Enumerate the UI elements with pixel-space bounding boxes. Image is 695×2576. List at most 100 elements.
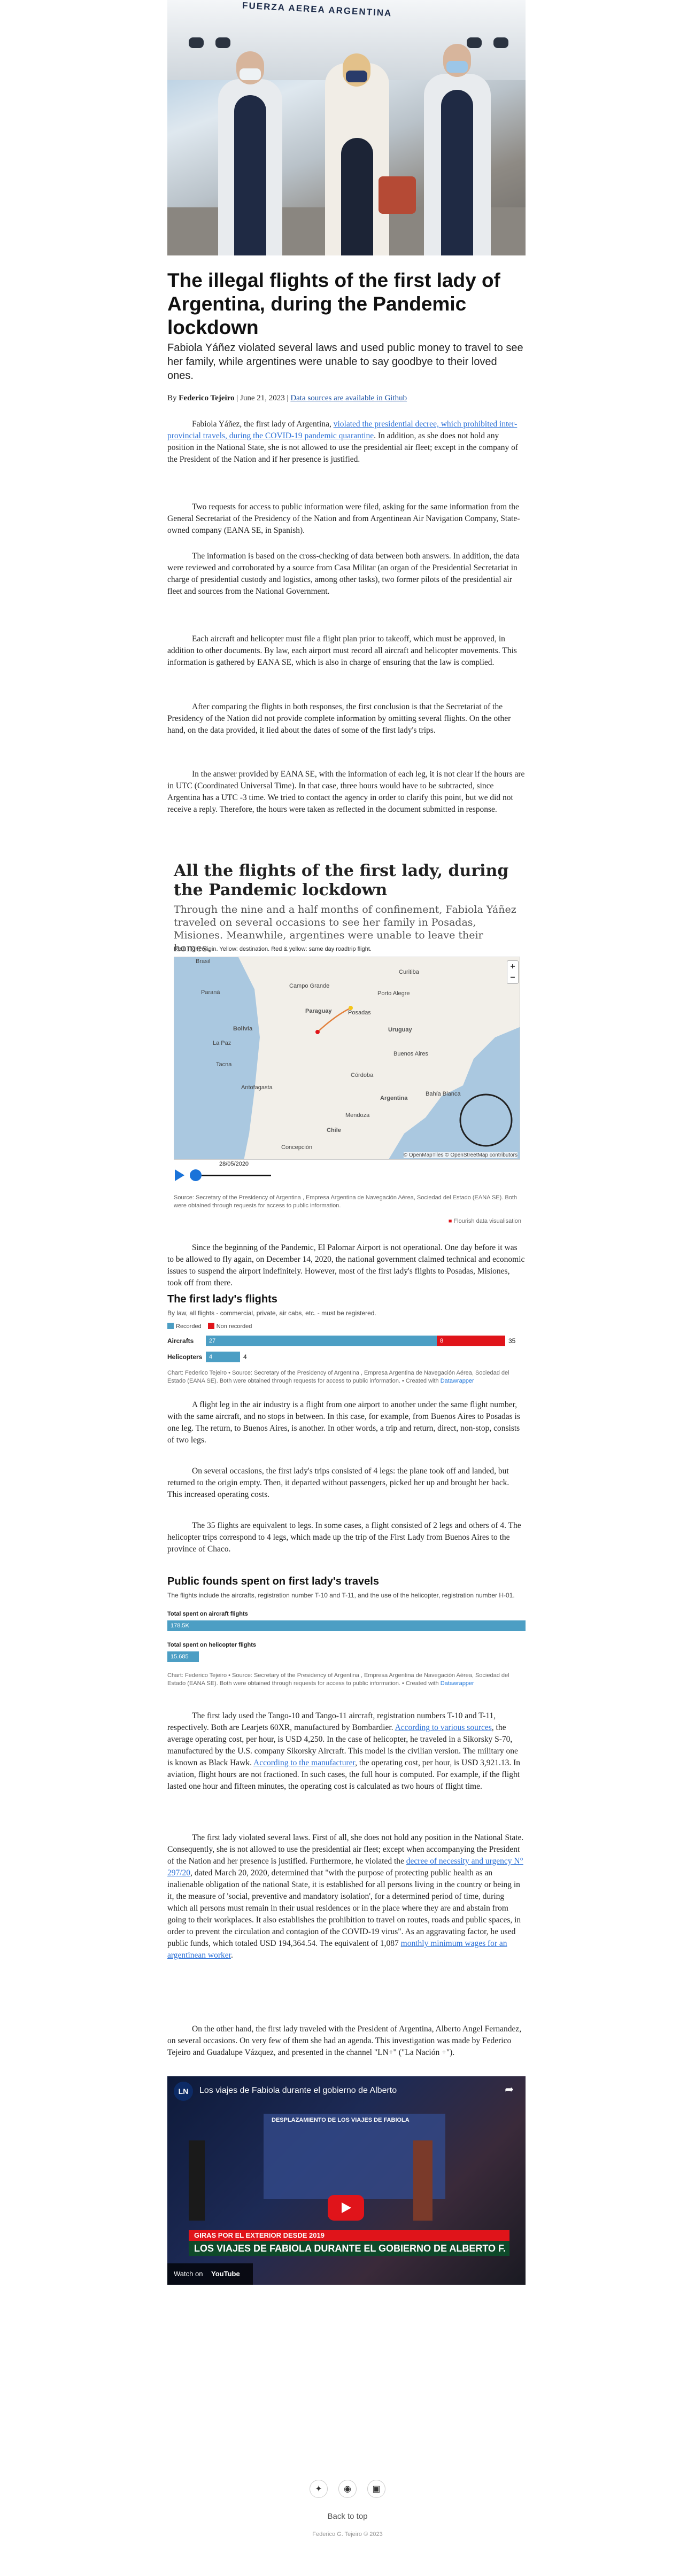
map-label: Concepción <box>281 1144 313 1151</box>
legend-swatch-recorded <box>167 1323 174 1330</box>
map-label: Antofagasta <box>241 1084 273 1091</box>
hero-person-tie <box>234 95 266 255</box>
map-label: Mendoza <box>345 1112 370 1119</box>
paragraph-9: On several occasions, the first lady's t… <box>167 1467 509 1499</box>
zoom-in-button[interactable]: + <box>507 961 518 972</box>
video-presenter <box>413 2140 433 2221</box>
flights-chart-source: Chart: Federico Tejeiro • Source: Secret… <box>167 1369 515 1385</box>
author-name: Federico Tejeiro <box>179 394 235 402</box>
hero-person-tie <box>441 90 473 255</box>
map-pacific <box>174 957 260 1159</box>
map-label: Chile <box>327 1127 341 1134</box>
article-title: The illegal flights of the first lady of… <box>167 269 500 338</box>
bar-category-label: Helicopters <box>167 1353 203 1361</box>
funds-bar: 178.5K <box>167 1620 526 1631</box>
paragraph-11: The first lady used the Tango-10 and Tan… <box>167 1710 526 1793</box>
map-label: Campo Grande <box>289 983 330 989</box>
manufacturer-link[interactable]: According to the manufacturer <box>253 1758 355 1767</box>
map-title: All the flights of the first lady, durin… <box>174 862 509 899</box>
map-label: Tacna <box>216 1061 232 1068</box>
copyright: Federico G. Tejeiro © 2023 <box>312 2531 383 2538</box>
zoom-out-button[interactable]: − <box>507 972 518 983</box>
map-timeline: 28/05/2020 <box>174 1161 520 1186</box>
github-icon[interactable]: ◉ <box>338 2480 357 2498</box>
timeline-slider-handle[interactable] <box>190 1169 202 1181</box>
paragraph-12: The first lady violated several laws. Fi… <box>167 1832 526 1961</box>
flights-chart-legend: Recorded Non recorded <box>167 1321 526 1330</box>
video-ticker-top: GIRAS POR EL EXTERIOR DESDE 2019 <box>189 2230 509 2241</box>
flights-chart: Aircrafts 27 8 35 Helicopters 4 4 <box>167 1333 526 1365</box>
social-links: ✦ ◉ ▣ <box>0 2480 695 2498</box>
flights-chart-title: The first lady's flights <box>167 1293 277 1305</box>
p1-text: Fabiola Yáñez, the first lady of Argenti… <box>192 420 331 429</box>
paragraph-5: After comparing the flights in both resp… <box>167 702 511 735</box>
watch-on-youtube[interactable]: Watch on YouTube <box>167 2263 253 2285</box>
youtube-play-button[interactable] <box>328 2195 364 2221</box>
flourish-credit[interactable]: ■ Flourish data visualisation <box>441 1217 521 1225</box>
play-icon <box>342 2202 351 2213</box>
map-label: Curitiba <box>399 969 419 975</box>
paragraph-7: Since the beginning of the Pandemic, El … <box>167 1243 525 1287</box>
paragraph-1: Fabiola Yáñez, the first lady of Argenti… <box>167 418 526 465</box>
flourish-credit-text: Flourish data visualisation <box>453 1218 521 1224</box>
map-source: Source: Secretary of the Presidency of A… <box>174 1194 518 1209</box>
plane-window <box>493 37 508 48</box>
bar-total-label: 35 <box>508 1337 516 1345</box>
flights-chart-note: By law, all flights - commercial, privat… <box>167 1309 376 1317</box>
map-label: Bahía Blanca <box>426 1091 461 1097</box>
plane-window <box>189 37 204 48</box>
back-to-top-link[interactable]: Back to top <box>0 2512 695 2521</box>
paragraph-6: In the answer provided by EANA SE, with … <box>167 770 525 814</box>
timeline-track[interactable] <box>202 1175 271 1176</box>
hero-handbag <box>379 176 416 214</box>
twitter-icon[interactable]: ✦ <box>310 2480 328 2498</box>
map-label: La Paz <box>213 1040 231 1046</box>
funds-chart-source: Chart: Federico Tejeiro • Source: Secret… <box>167 1672 515 1688</box>
video-embed[interactable]: DESPLAZAMIENTO DE LOS VIAJES DE FABIOLA … <box>167 2076 526 2285</box>
sources-link[interactable]: Data sources are available in Github <box>290 394 407 402</box>
plane-window <box>215 37 230 48</box>
paragraph-8: A flight leg in the air industry is a fl… <box>167 1400 520 1445</box>
map-label: Porto Alegre <box>377 990 410 997</box>
sources-cost-link[interactable]: According to various sources <box>395 1723 492 1732</box>
paragraph-13: On the other hand, the first lady travel… <box>167 2024 522 2057</box>
bar-recorded: 27 <box>206 1336 437 1346</box>
map-label: Buenos Aires <box>393 1051 428 1057</box>
funds-bar-label: Total spent on aircraft flights <box>167 1611 248 1617</box>
flight-map[interactable]: Brasil Curitiba Campo Grande Porto Alegr… <box>174 957 520 1160</box>
legend-label: Non recorded <box>216 1323 252 1330</box>
byline: By Federico Tejeiro | June 21, 2023 | Da… <box>167 394 526 403</box>
funds-chart-note: The flights include the aircrafts, regis… <box>167 1592 515 1599</box>
video-title[interactable]: Los viajes de Fabiola durante el gobiern… <box>199 2086 397 2096</box>
map-label: Uruguay <box>388 1027 412 1033</box>
map-zoom-control[interactable]: + − <box>507 960 519 984</box>
map-land <box>174 957 520 1159</box>
hero-person-top <box>341 138 373 255</box>
datawrapper-link[interactable]: Datawrapper <box>441 1680 474 1687</box>
watch-on-label: Watch on <box>174 2270 203 2278</box>
funds-bar: 15.685 <box>167 1651 199 1662</box>
play-icon[interactable] <box>175 1169 184 1181</box>
map-label: Posadas <box>348 1010 371 1016</box>
article-subtitle: Fabiola Yáñez violated several laws and … <box>167 342 523 382</box>
hero-mask <box>240 68 261 80</box>
p12-text-c: . <box>230 1951 233 1960</box>
share-icon[interactable]: ➦ <box>505 2083 514 2096</box>
byline-prefix: By <box>167 394 177 402</box>
bar-recorded: 4 <box>206 1352 240 1362</box>
article-date: | June 21, 2023 | <box>236 394 289 402</box>
datawrapper-link[interactable]: Datawrapper <box>441 1378 474 1384</box>
paragraph-4: Each aircraft and helicopter must file a… <box>167 634 517 667</box>
paragraph-2: Two requests for access to public inform… <box>167 502 520 535</box>
legend-label: Recorded <box>176 1323 202 1330</box>
video-screen-title: DESPLAZAMIENTO DE LOS VIAJES DE FABIOLA <box>272 2117 410 2123</box>
bar-total-label: 4 <box>243 1353 247 1361</box>
map-label: Córdoba <box>351 1072 374 1078</box>
video-presenter <box>189 2140 205 2221</box>
legend-swatch-non-recorded <box>207 1323 214 1330</box>
map-label: Brasil <box>196 958 211 965</box>
channel-avatar[interactable]: LN <box>174 2082 193 2101</box>
video-ticker-main: LOS VIAJES DE FABIOLA DURANTE EL GOBIERN… <box>189 2241 509 2256</box>
map-label: Paraná <box>201 989 220 996</box>
instagram-icon[interactable]: ▣ <box>367 2480 385 2498</box>
